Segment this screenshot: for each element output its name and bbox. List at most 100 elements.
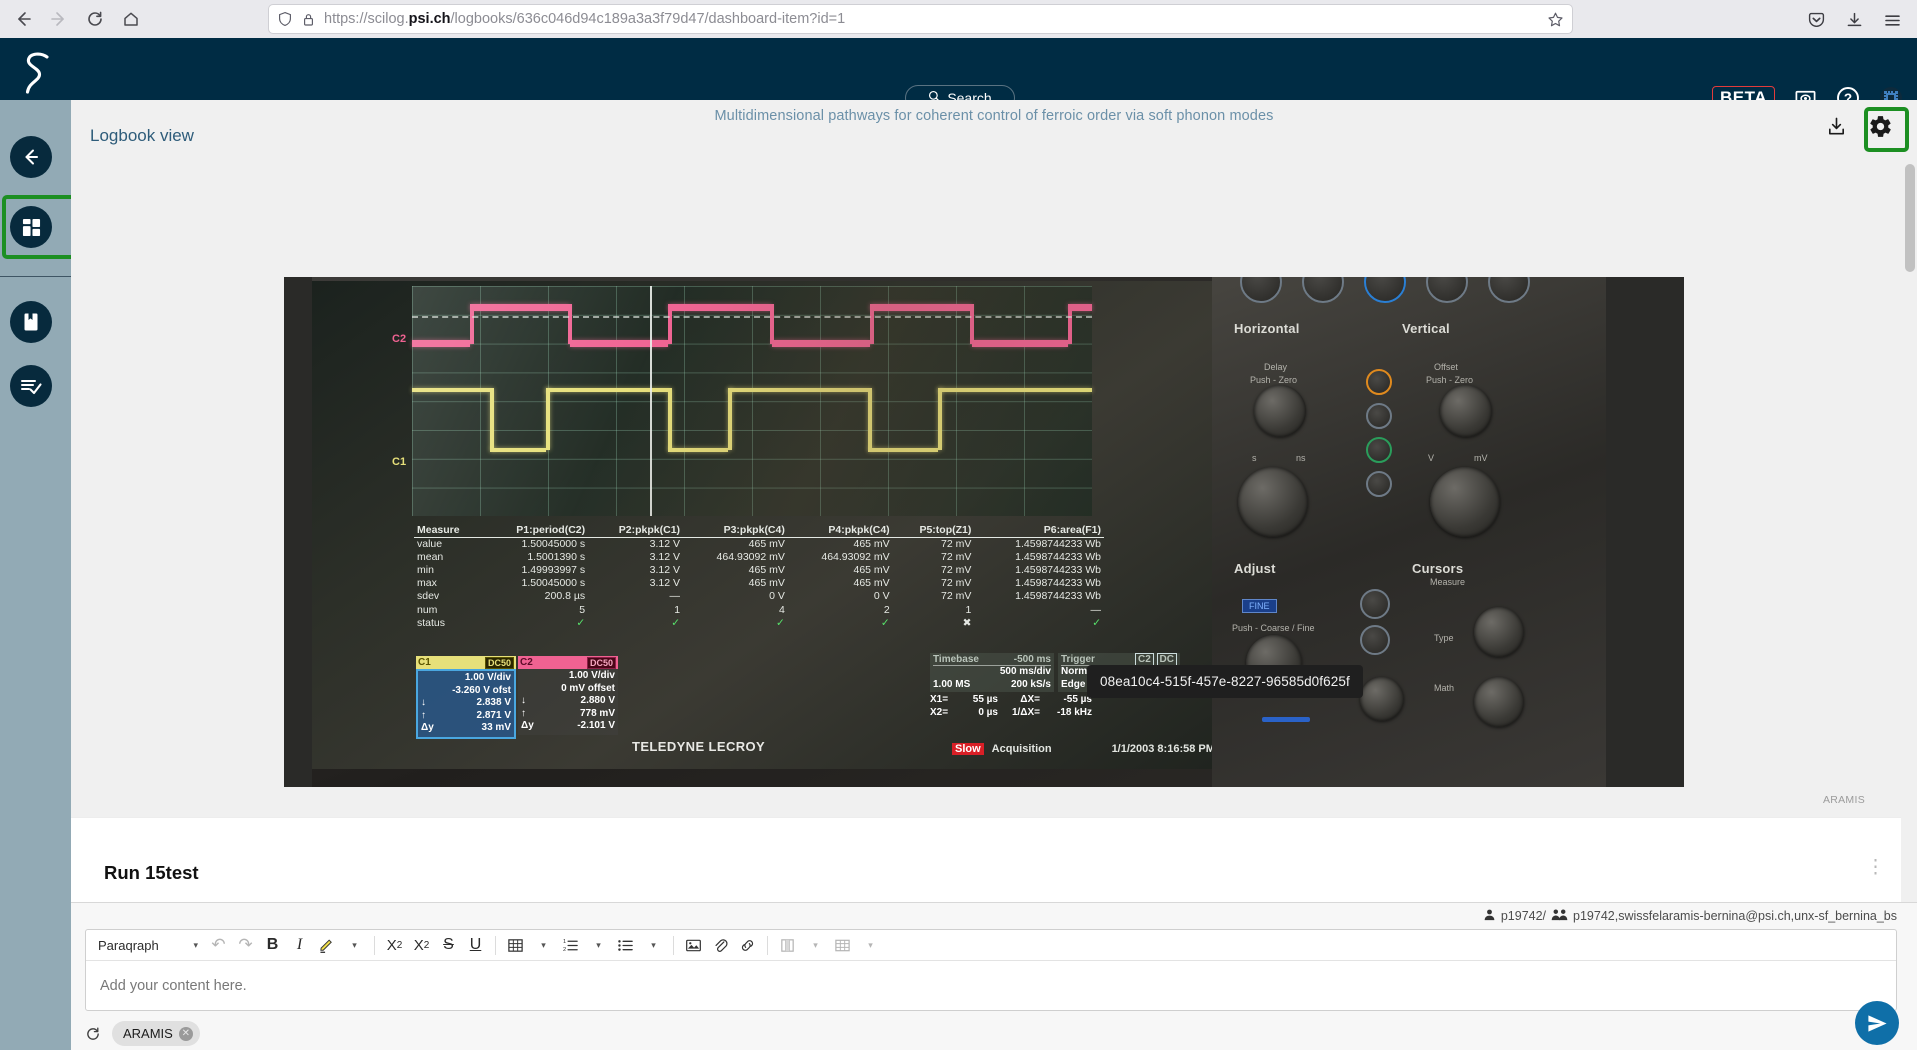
chevron-down-icon[interactable]: ▾ [342, 933, 367, 958]
content-input[interactable]: Add your content here. [86, 961, 1896, 1011]
url-text[interactable]: https://scilog.psi.ch/logbooks/636c046d9… [324, 11, 1539, 27]
attachment-icon[interactable] [708, 933, 733, 958]
image-caption: ARAMIS [1822, 794, 1865, 806]
strikethrough-icon[interactable]: S [436, 933, 461, 958]
app-header: Search BETA ? [0, 38, 1917, 111]
pocket-save-icon[interactable] [1799, 3, 1833, 37]
cursor-x1-value: 55 µs [972, 694, 998, 705]
kebab-menu-icon[interactable]: ⋮ [1866, 858, 1885, 877]
downloads-icon[interactable] [1837, 3, 1871, 37]
sidebar-item-logbook[interactable] [10, 301, 52, 343]
bullet-list-icon[interactable] [613, 933, 638, 958]
table-column-icon[interactable] [775, 933, 800, 958]
image-uuid-tooltip: 08ea10c4-515f-457e-8227-96585d0f625f [1087, 665, 1363, 698]
cursor-dx-label: ΔX= [1020, 694, 1040, 705]
chevron-down-icon[interactable]: ▾ [858, 933, 883, 958]
star-icon[interactable] [1547, 11, 1564, 28]
channel-2-panel: C2 DC50 1.00 V/div 0 mV offset ↓ 2.880 V ↑… [518, 656, 618, 735]
sidebar-item-back[interactable] [10, 136, 52, 178]
cell: 72 mV [941, 551, 972, 564]
sidebar-item-dashboard[interactable] [10, 206, 52, 248]
italic-icon[interactable]: I [287, 933, 312, 958]
page-title: Multidimensional pathways for coherent c… [714, 108, 1274, 124]
tag-chip-aramis[interactable]: ARAMIS ✕ [112, 1021, 200, 1046]
up-arrow-icon: ↑ [521, 707, 526, 719]
measure-col-4: P4:pkpk(C4) [787, 524, 893, 539]
content-area: Logbook view Multidimensional pathways f… [71, 100, 1917, 1050]
bold-icon[interactable]: B [260, 933, 285, 958]
forward-arrow-icon[interactable] [42, 2, 76, 36]
cell: 1.5001390 s [527, 551, 586, 564]
person-icon [1483, 908, 1496, 924]
highlight-icon[interactable] [314, 933, 339, 958]
toolbar-divider [767, 935, 768, 955]
timebase-panel: Timebase -500 ms 500 ms/div 1.00 MS 200 kS… [930, 653, 1054, 692]
chevron-down-icon[interactable]: ▾ [641, 933, 666, 958]
cell: 3.12 V [649, 551, 681, 564]
cell: 1.4598744233 Wb [1015, 590, 1101, 603]
address-bar[interactable]: https://scilog.psi.ch/logbooks/636c046d9… [268, 4, 1573, 34]
channel-2-coupling: DC50 [586, 656, 616, 669]
timebase-delay: -500 ms [1013, 654, 1051, 665]
paragraph-style-select[interactable]: Paraqraph ▾ [92, 933, 204, 958]
send-icon[interactable] [1855, 1001, 1899, 1045]
cell: 465 mV [853, 564, 890, 577]
oscilloscope-photo[interactable]: C2 C1 Measure P1:period(C2) P2:pkpk(C1) [284, 277, 1684, 787]
chevron-down-icon[interactable]: ▾ [586, 933, 611, 958]
status-badge: ✓ [671, 616, 681, 629]
sublabel-offset: Offset [1434, 362, 1458, 372]
people-icon [1551, 908, 1568, 924]
cell: 465 mV [748, 538, 785, 551]
row-label: min [417, 564, 434, 577]
back-arrow-icon[interactable] [6, 2, 40, 36]
editor-container: Paraqraph ▾ ↶ ↷ B I ▾ X2 X2 S U ▾ 1 2 ▾ … [85, 929, 1897, 1011]
cell: 200.8 µs [544, 590, 586, 603]
sublabel-push-zero-1: Push - Zero [1250, 375, 1298, 385]
cell: 1.4598744233 Wb [1015, 564, 1101, 577]
timebase-memory: 1.00 MS [933, 678, 971, 690]
hamburger-menu-icon[interactable] [1875, 3, 1909, 37]
image-icon[interactable] [681, 933, 706, 958]
subscript-icon[interactable]: X2 [382, 933, 407, 958]
cell: 465 mV [853, 538, 890, 551]
measure-col-5: P5:top(Z1) [892, 524, 975, 539]
scilog-logo[interactable] [8, 44, 64, 100]
lock-icon[interactable] [301, 12, 316, 27]
chevron-down-icon[interactable]: ▾ [803, 933, 828, 958]
redo-icon[interactable]: ↷ [233, 933, 258, 958]
refresh-icon[interactable] [85, 1026, 101, 1042]
table-row: status ✓ ✓ ✓ ✓ ✖ ✓ [414, 617, 1104, 630]
home-icon[interactable] [114, 2, 148, 36]
svg-text:1: 1 [563, 939, 566, 945]
browser-nav-buttons [0, 2, 148, 36]
toolbar-divider [374, 935, 375, 955]
shield-icon[interactable] [277, 11, 293, 27]
ordered-list-icon[interactable]: 12 [558, 933, 583, 958]
panel-section-adjust: Adjust [1234, 561, 1276, 576]
superscript-icon[interactable]: X2 [409, 933, 434, 958]
channel-1-offset: -3.260 V ofst [452, 684, 511, 696]
timebase-per-div: 500 ms/div [999, 666, 1051, 677]
gear-icon[interactable] [1868, 114, 1893, 139]
reload-icon[interactable] [78, 2, 112, 36]
breadcrumb[interactable]: Logbook view [90, 126, 194, 146]
table-insert-icon[interactable] [830, 933, 855, 958]
cell: 1.50045000 s [521, 577, 586, 590]
scope-control-panel: Horizontal Vertical Delay Push - Zero Of… [1212, 277, 1606, 787]
browser-toolbar: https://scilog.psi.ch/logbooks/636c046d9… [0, 0, 1917, 38]
link-icon[interactable] [735, 933, 760, 958]
underline-icon[interactable]: U [463, 933, 488, 958]
cell: 2 [883, 603, 890, 616]
fine-button[interactable]: FINE [1242, 599, 1277, 613]
chevron-down-icon[interactable]: ▾ [531, 933, 556, 958]
undo-icon[interactable]: ↶ [206, 933, 231, 958]
row-label: num [417, 603, 438, 616]
cell: 1 [965, 603, 972, 616]
cell: 72 mV [941, 564, 972, 577]
download-icon[interactable] [1826, 116, 1847, 137]
cell: 464.93092 mV [821, 551, 890, 564]
sidebar-item-tasks[interactable] [10, 365, 52, 407]
table-grid-icon[interactable] [503, 933, 528, 958]
scrollbar-thumb[interactable] [1905, 164, 1915, 272]
close-icon[interactable]: ✕ [178, 1026, 193, 1041]
